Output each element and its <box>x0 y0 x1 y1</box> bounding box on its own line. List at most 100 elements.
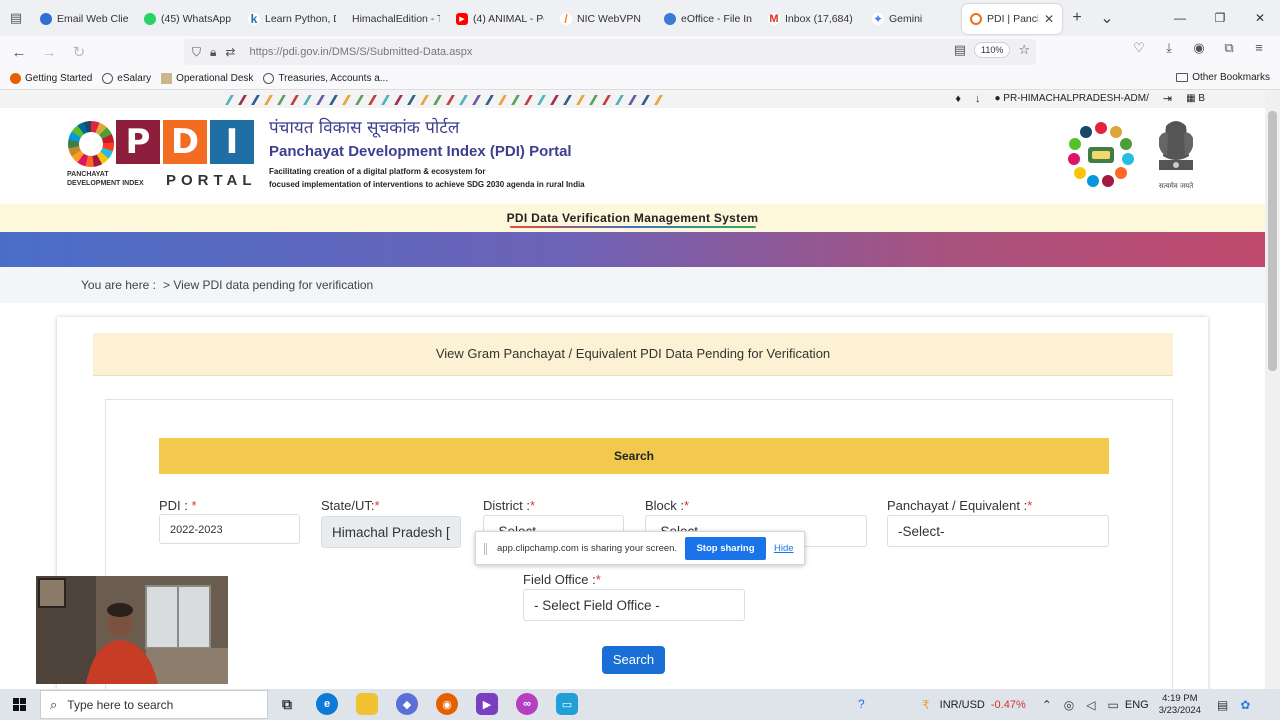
tab-learn-python[interactable]: k Learn Python, D <box>240 4 344 34</box>
accessibility-icon[interactable]: ♦ <box>955 93 961 105</box>
start-button[interactable] <box>0 689 38 720</box>
tab-himachal-edition[interactable]: HimachalEdition - T <box>344 4 448 34</box>
minimize-icon[interactable]: — <box>1160 0 1200 36</box>
tab-eoffice[interactable]: eOffice - File Inb <box>656 4 760 34</box>
national-emblem: सत्यमेव जयते <box>1159 121 1194 190</box>
clock[interactable]: 4:19 PM 3/23/2024 <box>1159 693 1201 717</box>
skip-to-content-icon[interactable]: ↓ <box>975 93 981 105</box>
new-tab-icon[interactable]: + <box>1062 3 1092 33</box>
reload-icon[interactable]: ↻ <box>64 38 94 66</box>
url-bar[interactable]: ⛉ 🔒︎ ⇄ https://pdi.gov.in/DMS/S/Submitte… <box>184 39 1036 65</box>
tab-pdi-active[interactable]: PDI | Panchay ✕ <box>962 4 1062 34</box>
windows-icon <box>12 698 26 711</box>
keyboard-icon[interactable]: ▭ <box>1108 698 1119 712</box>
tab-whatsapp[interactable]: (45) WhatsApp <box>136 4 240 34</box>
search-button[interactable]: Search <box>602 646 665 674</box>
system-title-bar: PDI Data Verification Management System <box>0 204 1265 232</box>
pocket-icon[interactable]: ♡ <box>1130 40 1148 56</box>
reader-view-icon[interactable]: ▤ <box>954 42 966 58</box>
bookmark-esalary[interactable]: eSalary <box>102 73 151 84</box>
forward-icon[interactable]: → <box>34 38 64 66</box>
bookmark-getting-started[interactable]: Getting Started <box>10 73 92 84</box>
card-title: View Gram Panchayat / Equivalent PDI Dat… <box>435 346 831 361</box>
language-indicator[interactable]: ENG <box>1125 699 1149 711</box>
logo-letter-i: I <box>210 120 254 164</box>
state-select[interactable]: Himachal Pradesh [ <box>321 516 461 548</box>
taskbar-search[interactable]: ⌕ Type here to search <box>40 690 268 719</box>
field-office-select[interactable]: - Select Field Office - <box>523 589 745 621</box>
shield-icon[interactable]: ⛉ <box>192 45 201 60</box>
app-icon[interactable]: ◆ <box>396 693 418 715</box>
restore-icon[interactable]: ❐ <box>1200 0 1240 36</box>
utility-bar: ♦ ↓ ● PR-HIMACHALPRADESH-ADM/ ⇥ ▦ B <box>0 91 1265 108</box>
permissions-icon[interactable]: ⇄ <box>225 45 235 60</box>
logout-icon[interactable]: ⇥ <box>1163 92 1172 105</box>
notifications-icon[interactable]: ▤ <box>1217 698 1228 712</box>
firefox-taskbar-icon[interactable]: ◉ <box>436 693 458 715</box>
file-explorer-icon[interactable] <box>356 693 378 715</box>
zoom-level[interactable]: 110% <box>973 42 1011 58</box>
copilot-icon[interactable]: ✿ <box>1240 698 1250 712</box>
list-tabs-icon[interactable]: ⌄ <box>1092 3 1122 33</box>
menu-icon[interactable]: ≡ <box>1250 40 1268 56</box>
url-text[interactable]: https://pdi.gov.in/DMS/S/Submitted-Data.… <box>249 46 472 58</box>
speaker-icon[interactable]: ◁ <box>1086 698 1095 712</box>
hindi-title: पंचायत विकास सूचकांक पोर्टल <box>269 118 460 138</box>
logo-subtitle: PANCHAYAT DEVELOPMENT INDEX <box>67 171 144 187</box>
tab-youtube[interactable]: ▶ (4) ANIMAL - Pe <box>448 4 552 34</box>
tab-overview-icon[interactable]: ▤ <box>0 0 32 36</box>
show-hidden-icons[interactable]: ⌃ <box>1042 698 1052 712</box>
panchayat-select[interactable]: -Select- <box>887 515 1109 547</box>
card-header: View Gram Panchayat / Equivalent PDI Dat… <box>93 333 1173 376</box>
globe-icon <box>102 73 114 84</box>
tab-gemini[interactable]: ✦ Gemini <box>864 4 962 34</box>
account-icon[interactable]: ◉ <box>1190 40 1208 56</box>
meet-icon[interactable]: ◎ <box>1064 698 1074 712</box>
bookmark-star-icon[interactable]: ☆ <box>1018 42 1030 58</box>
search-icon: ⌕ <box>50 696 58 712</box>
currency-pair[interactable]: INR/USD <box>940 699 985 711</box>
tab-gmail[interactable]: M Inbox (17,684) - <box>760 4 864 34</box>
panchayat-label: Panchayat / Equivalent :* <box>887 498 1033 513</box>
pdi-select[interactable]: 2022-2023 <box>159 514 300 544</box>
page-scrollbar[interactable] <box>1265 91 1280 689</box>
user-icon: ● <box>994 93 1001 104</box>
drag-handle-icon[interactable] <box>484 543 487 555</box>
stop-sharing-button[interactable]: Stop sharing <box>685 537 766 560</box>
page-icon <box>161 73 173 84</box>
windows-taskbar: ⌕ Type here to search ⧉ e ◆ ◉ ▶ ∞ ▭ ? ₹ … <box>0 689 1280 720</box>
hide-share-bar-link[interactable]: Hide <box>774 543 794 554</box>
logo-letter-d: D <box>163 120 207 164</box>
app-infinity-icon[interactable]: ∞ <box>516 693 538 715</box>
site-tagline: Facilitating creation of a digital platf… <box>269 167 585 189</box>
back-icon[interactable]: ← <box>4 38 34 66</box>
scrollbar-thumb[interactable] <box>1268 111 1277 371</box>
language-switch[interactable]: ▦ B <box>1186 93 1205 104</box>
close-tab-icon[interactable]: ✕ <box>1044 12 1054 26</box>
field-office-label: Field Office :* <box>523 572 601 587</box>
clipchamp-icon[interactable]: ▶ <box>476 693 498 715</box>
help-icon[interactable]: ? <box>858 697 865 711</box>
downloads-icon[interactable]: ⤓ <box>1160 40 1178 56</box>
user-account[interactable]: ● PR-HIMACHALPRADESH-ADM/ <box>994 93 1148 104</box>
currency-change: -0.47% <box>990 698 1026 711</box>
edge-icon[interactable]: e <box>316 693 338 715</box>
pdi-logo[interactable]: P D I <box>116 120 254 164</box>
whatsapp-icon <box>144 13 156 25</box>
bookmark-operational-desk[interactable]: Operational Desk <box>161 73 253 84</box>
breadcrumb-current[interactable]: > View PDI data pending for verification <box>163 278 373 292</box>
bookmark-treasuries[interactable]: Treasuries, Accounts a... <box>263 73 388 84</box>
extensions-icon[interactable]: ⧉ <box>1220 40 1238 56</box>
tab-email[interactable]: Email Web Clie <box>32 4 136 34</box>
tab-nic-webvpn[interactable]: / NIC WebVPN <box>552 4 656 34</box>
gmail-icon: M <box>768 13 780 25</box>
task-view-icon[interactable]: ⧉ <box>276 693 298 715</box>
verification-card: View Gram Panchayat / Equivalent PDI Dat… <box>57 317 1208 689</box>
other-bookmarks[interactable]: Other Bookmarks <box>1176 72 1270 83</box>
webcam-feed <box>36 576 228 684</box>
close-window-icon[interactable]: ✕ <box>1240 0 1280 36</box>
lock-icon[interactable]: 🔒︎ <box>210 45 216 60</box>
navigation-bar: ← → ↻ ⛉ 🔒︎ ⇄ https://pdi.gov.in/DMS/S/Su… <box>0 36 1280 68</box>
remote-desktop-icon[interactable]: ▭ <box>556 693 578 715</box>
firefox-icon <box>10 73 21 84</box>
